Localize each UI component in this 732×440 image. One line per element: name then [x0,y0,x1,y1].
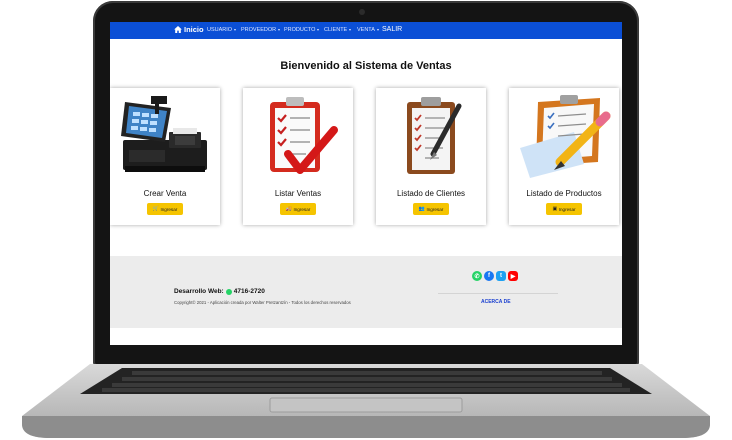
nav-producto-label: PRODUCTO [284,27,316,33]
nav-venta-dropdown[interactable]: VENTA [357,27,379,33]
youtube-icon[interactable]: ▶ [508,271,518,281]
button-label: Ingresar [558,206,576,212]
card-title: Listado de Clientes [396,189,466,198]
copyright-text: Copyright© 2021 - Aplicación creada por … [174,300,351,305]
cash-register-image [121,96,207,172]
cart-icon: 🛒 [152,205,159,212]
listado-productos-ingresar-button[interactable]: ▣ Ingresar [546,203,582,215]
card-title: Crear Venta [143,189,187,198]
divider [438,293,558,294]
nav-usuario-dropdown[interactable]: USUARIO [207,27,237,33]
card-title: Listado de Productos [526,189,602,198]
caret-down-icon [376,29,379,31]
webcam [359,9,365,15]
whatsapp-icon [225,288,232,295]
nav-home-link[interactable]: Inicio [174,25,204,34]
card-listar-ventas: Listar Ventas 🚚 Ingresar [243,88,353,225]
users-icon: 👥 [418,205,425,212]
navbar: Inicio USUARIO PROVEEDOR PRODUCTO CLIENT… [110,22,622,39]
clipboard-check-image [270,97,338,174]
listado-clientes-ingresar-button[interactable]: 👥 Ingresar [413,203,449,215]
browser-viewport: Inicio USUARIO PROVEEDOR PRODUCTO CLIENT… [110,22,622,345]
boxes-icon: ▣ [552,205,558,212]
caret-down-icon [349,29,352,31]
caret-down-icon [278,29,281,31]
whatsapp-icon[interactable]: ✆ [472,271,482,281]
card-crear-venta: Crear Venta 🛒 Ingresar [110,88,220,225]
nav-exit-link[interactable]: SALIR [382,26,402,33]
developer-contact: Desarrollo Web: 4716-2720 [174,288,265,295]
listar-ventas-ingresar-button[interactable]: 🚚 Ingresar [280,203,316,215]
page-title: Bienvenido al Sistema de Ventas [280,60,452,72]
caret-down-icon [234,29,237,31]
truck-icon: 🚚 [285,205,292,212]
nav-proveedor-dropdown[interactable]: PROVEEDOR [241,27,281,33]
card-listado-clientes: Listado de Clientes 👥 Ingresar [376,88,486,225]
card-title: Listar Ventas [274,189,322,198]
nav-proveedor-label: PROVEEDOR [241,27,277,33]
dev-phone[interactable]: 4716-2720 [234,288,265,295]
facebook-icon[interactable]: f [484,271,494,281]
nav-cliente-dropdown[interactable]: CLIENTE [324,27,352,33]
dev-label: Desarrollo Web: [174,288,224,295]
nav-producto-dropdown[interactable]: PRODUCTO [284,27,320,33]
nav-venta-label: VENTA [357,27,375,33]
twitter-icon[interactable]: t [496,271,506,281]
social-links: ✆ f t ▶ [472,271,518,281]
button-label: Ingresar [293,206,311,212]
nav-home-label: Inicio [184,25,204,34]
card-listado-productos: Listado de Productos ▣ Ingresar [509,88,619,225]
button-label: Ingresar [426,206,444,212]
laptop-base [22,364,710,438]
button-label: Ingresar [160,206,178,212]
caret-down-icon [317,29,320,31]
footer: ✆ f t ▶ Desarrollo Web: 4716-2720 Copyri… [110,256,622,328]
clipboard-pencil-image [520,95,611,178]
home-icon [174,26,182,33]
clipboard-pen-image [407,97,462,174]
crear-venta-ingresar-button[interactable]: 🛒 Ingresar [147,203,183,215]
about-link[interactable]: ACERCA DE [481,299,511,305]
nav-cliente-label: CLIENTE [324,27,348,33]
nav-usuario-label: USUARIO [207,27,233,33]
